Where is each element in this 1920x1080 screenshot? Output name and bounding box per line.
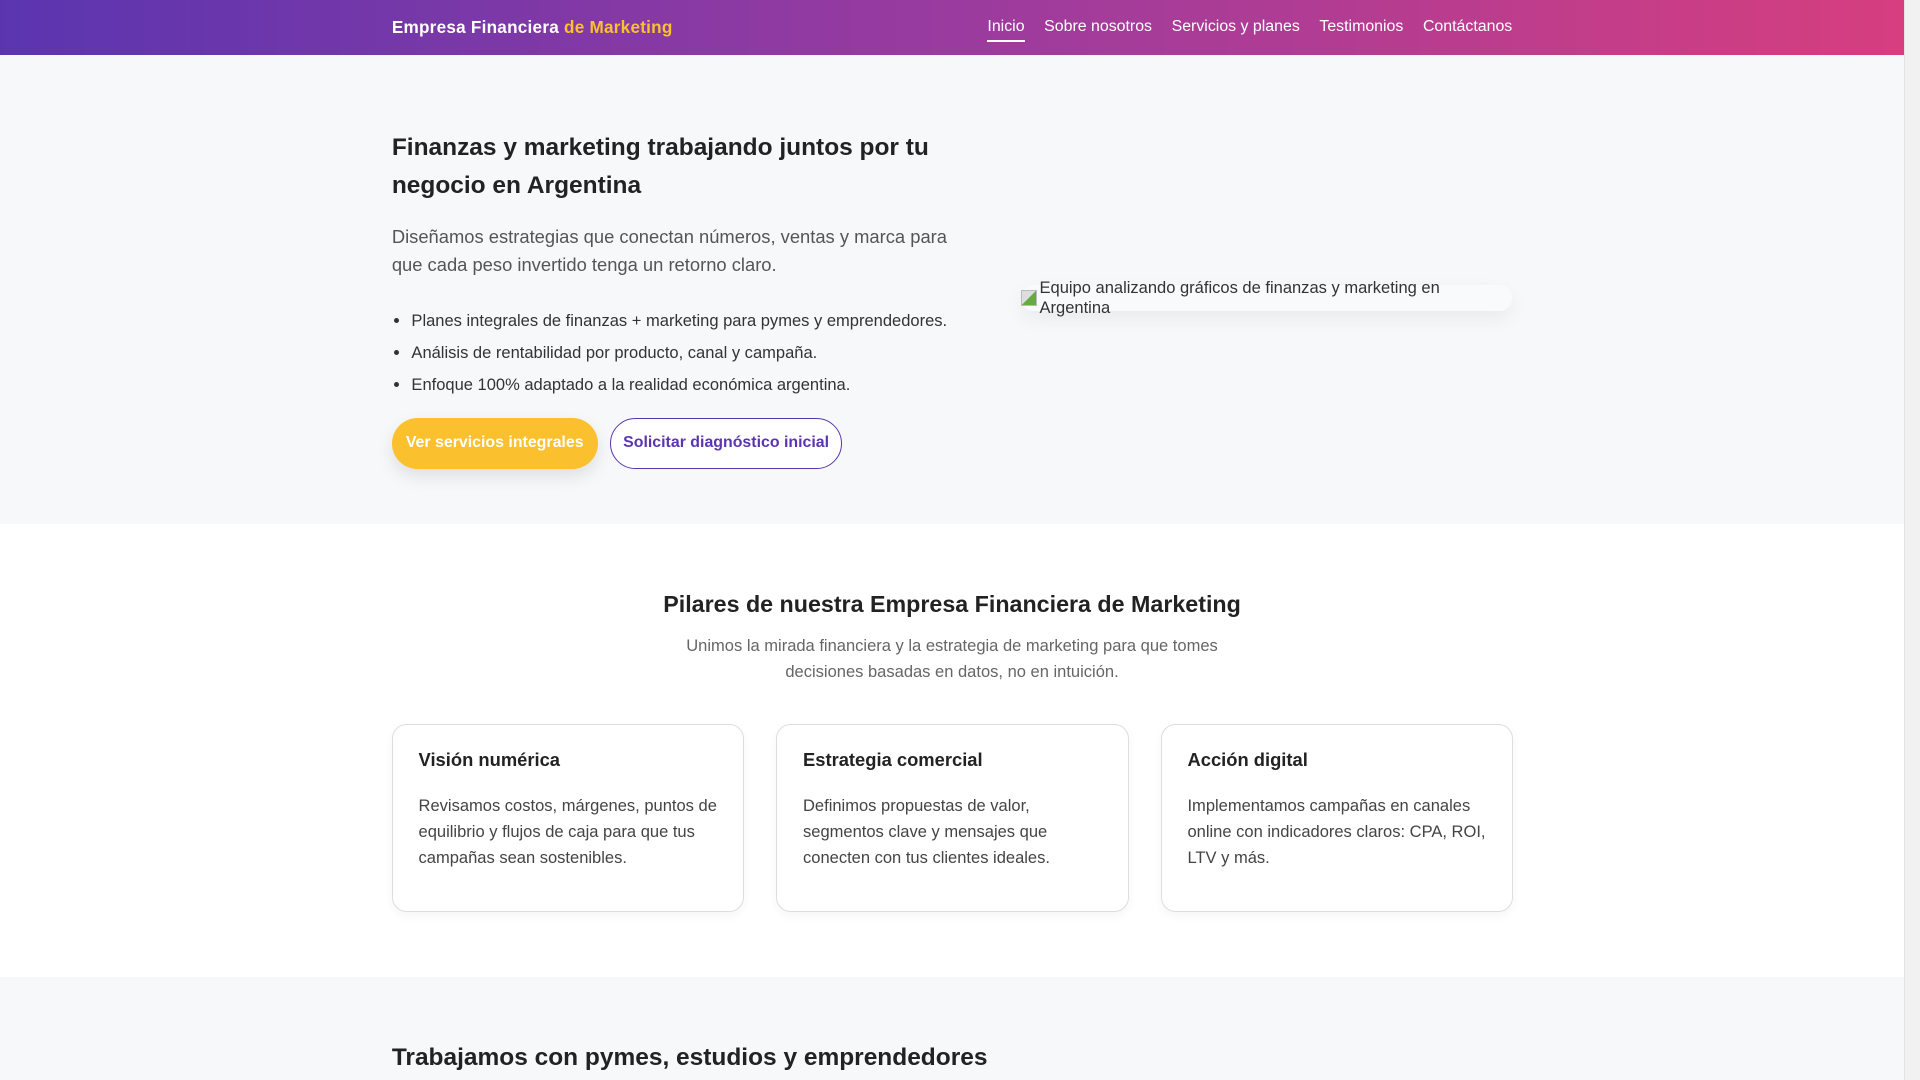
top-navbar: Empresa Financiera de Marketing Inicio S…: [0, 0, 1905, 56]
main-nav: Inicio Sobre nosotros Servicios y planes…: [987, 18, 1512, 43]
scrollbar[interactable]: [1904, 0, 1920, 1080]
hero-title: Finanzas y marketing trabajando juntos p…: [391, 133, 929, 199]
section-title: Trabajamos con pymes, estudios y emprend…: [391, 1044, 988, 1072]
pillar-card: Visión numérica Revisamos costos, márgene…: [391, 723, 745, 913]
card-text: Revisamos costos, márgenes, puntos de eq…: [418, 796, 717, 867]
brand-logo[interactable]: Empresa Financiera de Marketing: [392, 17, 673, 38]
hero-bullets: Planes integrales de finanzas + marketin…: [411, 305, 947, 401]
pillars-section: Pilares de nuestra Empresa Financiera de…: [0, 524, 1905, 978]
list-item: Análisis de rentabilidad por producto, c…: [411, 337, 947, 369]
section-subtitle: Unimos la mirada financiera y la estrate…: [686, 636, 1218, 681]
card-title: Estrategia comercial: [803, 749, 983, 771]
clients-section: Trabajamos con pymes, estudios y emprend…: [0, 977, 1905, 1080]
nav-contacto[interactable]: Contáctanos: [1423, 18, 1512, 42]
nav-sobre-nosotros[interactable]: Sobre nosotros: [1044, 18, 1152, 42]
broken-image-icon: [1021, 290, 1038, 307]
nav-inicio[interactable]: Inicio: [987, 18, 1025, 43]
hero-section: Finanzas y marketing trabajando juntos p…: [0, 55, 1905, 525]
nav-servicios[interactable]: Servicios y planes: [1172, 18, 1300, 42]
request-diagnosis-button[interactable]: Solicitar diagnóstico inicial: [609, 417, 843, 469]
pillar-card: Acción digital Implementamos campañas en …: [1160, 723, 1514, 913]
nav-testimonios[interactable]: Testimonios: [1319, 18, 1403, 42]
list-item: Enfoque 100% adaptado a la realidad econ…: [411, 369, 947, 401]
hero-paragraph: Diseñamos estrategias que conectan númer…: [391, 225, 947, 275]
section-title: Pilares de nuestra Empresa Financiera de…: [663, 591, 1241, 618]
card-title: Acción digital: [1187, 749, 1308, 771]
card-text: Definimos propuestas de valor, segmentos…: [803, 796, 1050, 867]
list-item: Planes integrales de finanzas + marketin…: [411, 305, 947, 337]
card-text: Implementamos campañas en canales online…: [1187, 796, 1486, 867]
card-title: Visión numérica: [418, 749, 561, 771]
hero-image: Equipo analizando gráficos de finanzas y…: [1021, 278, 1513, 317]
pillar-card: Estrategia comercial Definimos propuestas…: [776, 723, 1129, 913]
view-services-button[interactable]: Ver servicios integrales: [391, 417, 598, 469]
